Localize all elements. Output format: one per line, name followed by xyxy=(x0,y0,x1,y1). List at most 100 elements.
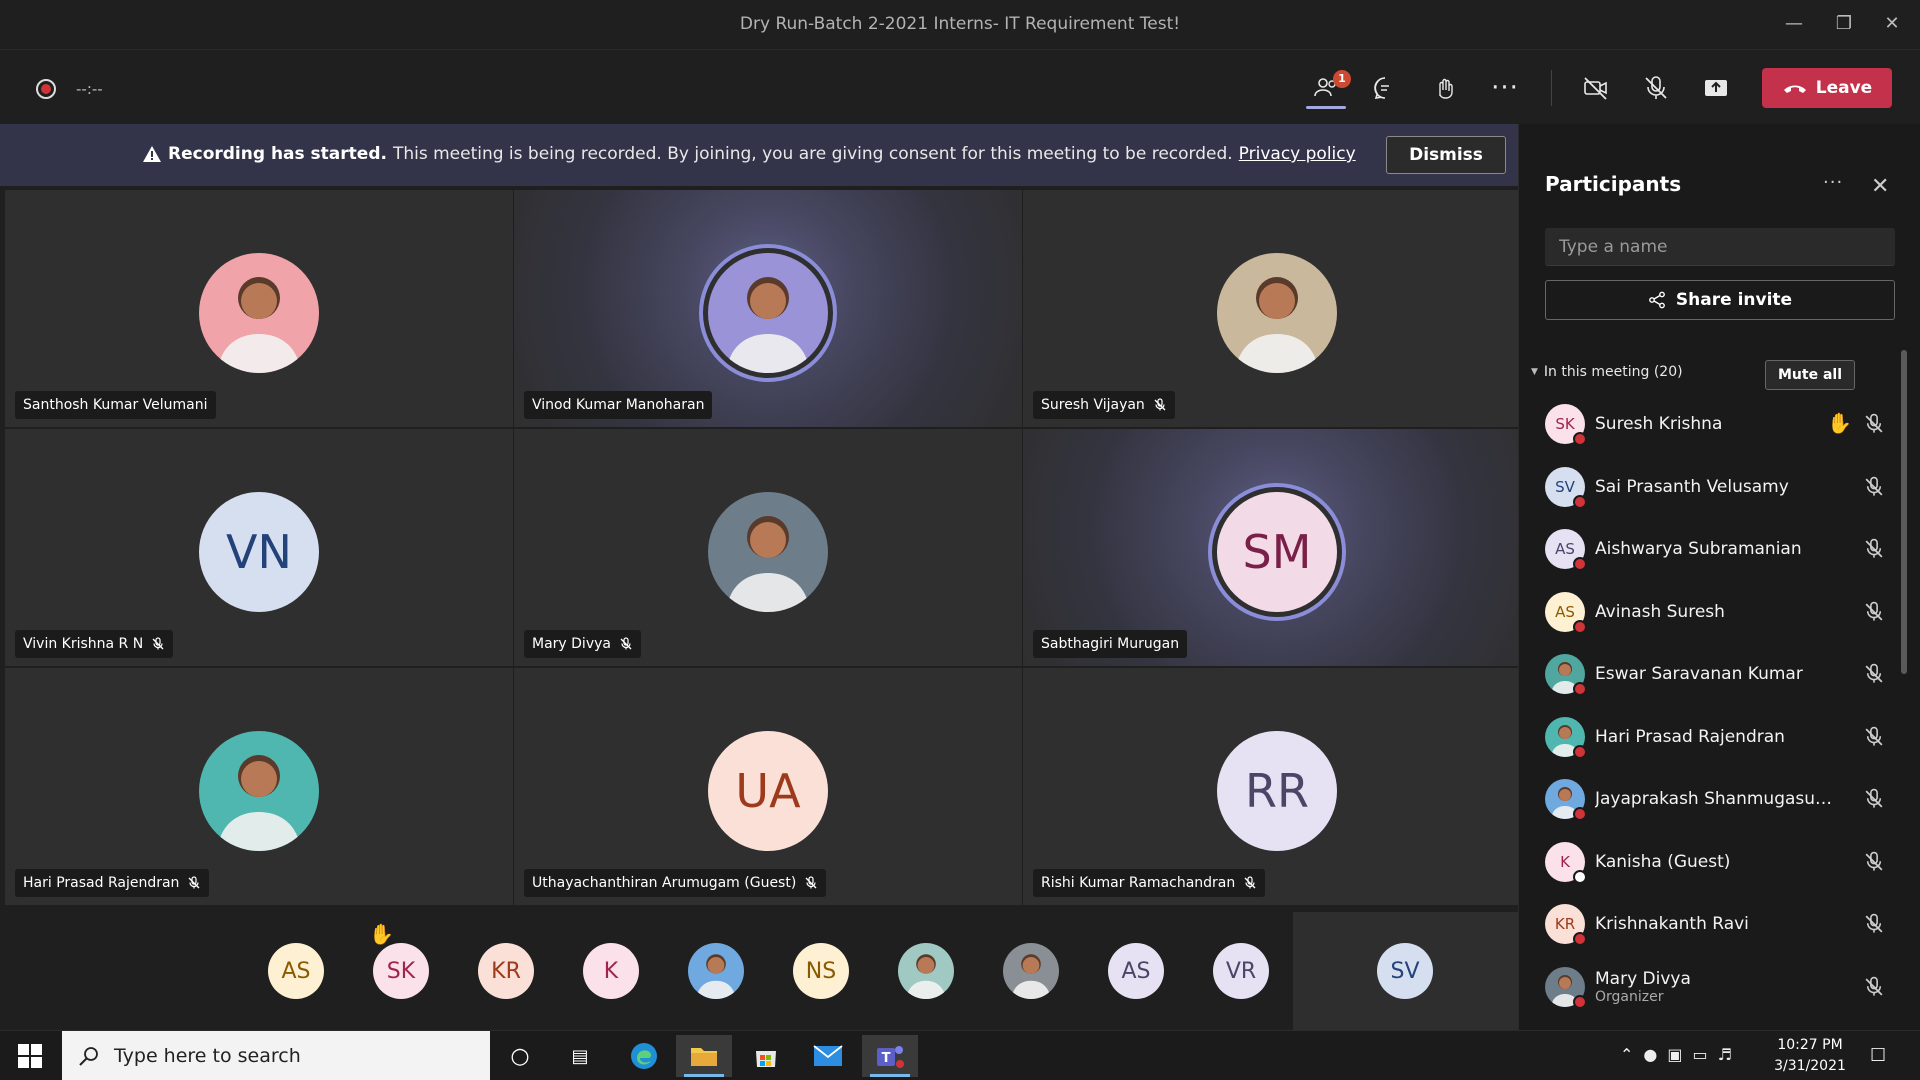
participant-mic-button[interactable] xyxy=(1863,788,1885,810)
system-tray[interactable]: ⌃●▣▭♬ xyxy=(1620,1045,1742,1064)
microphone-icon: ● xyxy=(1643,1045,1668,1064)
taskbar-search-placeholder: Type here to search xyxy=(114,1045,301,1067)
participant-name: Suresh Vijayan xyxy=(1041,397,1145,413)
start-button[interactable] xyxy=(10,1041,50,1071)
edge-taskbar-button[interactable] xyxy=(616,1035,672,1077)
edge-icon xyxy=(631,1043,657,1069)
participant-row[interactable]: AS Aishwarya Subramanian xyxy=(1545,525,1883,573)
camera-toggle-button[interactable] xyxy=(1575,68,1617,108)
teams-icon: T xyxy=(877,1046,904,1068)
leave-button[interactable]: Leave xyxy=(1762,68,1892,108)
chat-button[interactable] xyxy=(1364,68,1406,108)
panel-close-button[interactable]: ✕ xyxy=(1871,174,1889,199)
title-bar: Dry Run-Batch 2-2021 Interns- IT Require… xyxy=(0,0,1920,50)
video-tile[interactable]: Mary Divya xyxy=(514,429,1022,666)
privacy-policy-link[interactable]: Privacy policy xyxy=(1239,144,1356,164)
presence-status-icon xyxy=(1573,432,1587,446)
participant-mic-button[interactable] xyxy=(1863,726,1885,748)
video-tile[interactable]: SM Sabthagiri Murugan xyxy=(1023,429,1531,666)
participant-mic-button[interactable] xyxy=(1863,663,1885,685)
share-screen-button[interactable] xyxy=(1695,68,1737,108)
self-avatar: SV xyxy=(1377,943,1433,999)
raise-hand-button[interactable] xyxy=(1424,68,1466,108)
participant-avatar xyxy=(1545,966,1587,1009)
taskbar-clock[interactable]: 10:27 PM 3/31/2021 xyxy=(1770,1035,1850,1077)
people-active-indicator xyxy=(1306,106,1346,109)
panel-more-button[interactable]: ··· xyxy=(1823,172,1843,193)
participant-mic-button[interactable] xyxy=(1863,476,1885,498)
self-video-tile[interactable]: SV xyxy=(1293,912,1518,1030)
file-explorer-taskbar-button[interactable] xyxy=(676,1035,732,1077)
teams-taskbar-button[interactable]: T xyxy=(862,1035,918,1077)
participant-row[interactable]: Hari Prasad Rajendran xyxy=(1545,713,1883,761)
mic-off-icon xyxy=(188,876,200,889)
participant-row[interactable]: SV Sai Prasanth Velusamy xyxy=(1545,463,1883,511)
strip-avatar[interactable]: AS xyxy=(1108,943,1164,999)
participant-mic-button[interactable] xyxy=(1863,538,1885,560)
taskbar-search-box[interactable]: Type here to search xyxy=(62,1031,490,1080)
participant-row[interactable]: KR Krishnakanth Ravi xyxy=(1545,900,1883,948)
participant-name-label: Sabthagiri Murugan xyxy=(1033,630,1188,658)
participant-row[interactable]: Eswar Saravanan Kumar xyxy=(1545,650,1883,698)
participant-row[interactable]: Mary Divya Organizer xyxy=(1545,963,1883,1011)
participant-row[interactable]: SK Suresh Krishna ✋ xyxy=(1545,400,1883,448)
participant-search-input[interactable] xyxy=(1545,228,1895,266)
mic-off-icon xyxy=(1865,976,1883,996)
participant-mic-button[interactable] xyxy=(1863,851,1885,873)
mute-all-button[interactable]: Mute all xyxy=(1765,360,1855,390)
video-tile[interactable]: Santhosh Kumar Velumani xyxy=(5,190,513,427)
strip-avatar[interactable]: KR xyxy=(478,943,534,999)
dismiss-button[interactable]: Dismiss xyxy=(1386,136,1506,174)
participant-mic-button[interactable] xyxy=(1863,913,1885,935)
avatar-initials: AS xyxy=(1555,540,1575,558)
in-meeting-section-toggle[interactable]: ▼ In this meeting (20) xyxy=(1531,364,1683,380)
profile-photo xyxy=(726,516,810,612)
video-tile[interactable]: RR Rishi Kumar Ramachandran xyxy=(1023,668,1531,905)
avatar-initials: AS xyxy=(1555,602,1575,621)
restore-button[interactable]: ❐ xyxy=(1824,8,1864,40)
minimize-button[interactable]: — xyxy=(1774,8,1814,40)
panel-scrollbar[interactable] xyxy=(1901,350,1907,674)
share-invite-button[interactable]: Share invite xyxy=(1545,280,1895,320)
participant-name: Jayaprakash Shanmugasunda... xyxy=(1595,789,1835,809)
video-tile[interactable]: Vinod Kumar Manoharan xyxy=(514,190,1022,427)
chat-icon xyxy=(1374,77,1389,99)
video-tile[interactable]: Hari Prasad Rajendran xyxy=(5,668,513,905)
strip-avatar[interactable] xyxy=(1003,943,1059,999)
store-taskbar-button[interactable] xyxy=(738,1035,794,1077)
presence-status-icon xyxy=(1573,557,1587,571)
strip-avatar[interactable] xyxy=(898,943,954,999)
strip-avatar[interactable]: K xyxy=(583,943,639,999)
participant-mic-button[interactable] xyxy=(1863,976,1885,998)
close-window-button[interactable]: ✕ xyxy=(1872,8,1912,40)
mail-taskbar-button[interactable] xyxy=(800,1035,856,1077)
video-tile[interactable]: VN Vivin Krishna R N xyxy=(5,429,513,666)
notifications-button[interactable]: ☐ xyxy=(1870,1045,1886,1066)
strip-avatar[interactable] xyxy=(688,943,744,999)
participant-row[interactable]: Jayaprakash Shanmugasunda... xyxy=(1545,775,1883,823)
strip-avatar[interactable]: AS xyxy=(268,943,324,999)
close-icon: ✕ xyxy=(1871,174,1890,199)
cortana-button[interactable]: ○ xyxy=(492,1035,548,1077)
participant-role: Organizer xyxy=(1595,988,1664,1005)
participant-mic-button[interactable] xyxy=(1863,601,1885,623)
participant-info: Aishwarya Subramanian xyxy=(1595,539,1835,559)
task-view-button[interactable]: ▤ xyxy=(552,1035,608,1077)
participant-row[interactable]: K Kanisha (Guest) xyxy=(1545,838,1883,886)
participant-name: Mary Divya xyxy=(532,636,611,652)
participant-row[interactable]: AS Avinash Suresh xyxy=(1545,588,1883,636)
mic-toggle-button[interactable] xyxy=(1635,68,1677,108)
profile-photo xyxy=(726,277,810,373)
profile-photo xyxy=(1011,954,1051,999)
strip-avatar[interactable]: SK xyxy=(373,943,429,999)
more-actions-button[interactable]: ··· xyxy=(1484,68,1526,108)
more-icon: ··· xyxy=(1823,172,1844,193)
video-tile[interactable]: UA Uthayachanthiran Arumugam (Guest) xyxy=(514,668,1022,905)
avatar xyxy=(199,731,319,851)
video-tile[interactable]: Suresh Vijayan xyxy=(1023,190,1531,427)
participant-name: Aishwarya Subramanian xyxy=(1595,539,1802,559)
profile-photo xyxy=(217,755,301,851)
participant-mic-button[interactable] xyxy=(1863,413,1885,435)
strip-avatar[interactable]: NS xyxy=(793,943,849,999)
strip-avatar[interactable]: VR xyxy=(1213,943,1269,999)
